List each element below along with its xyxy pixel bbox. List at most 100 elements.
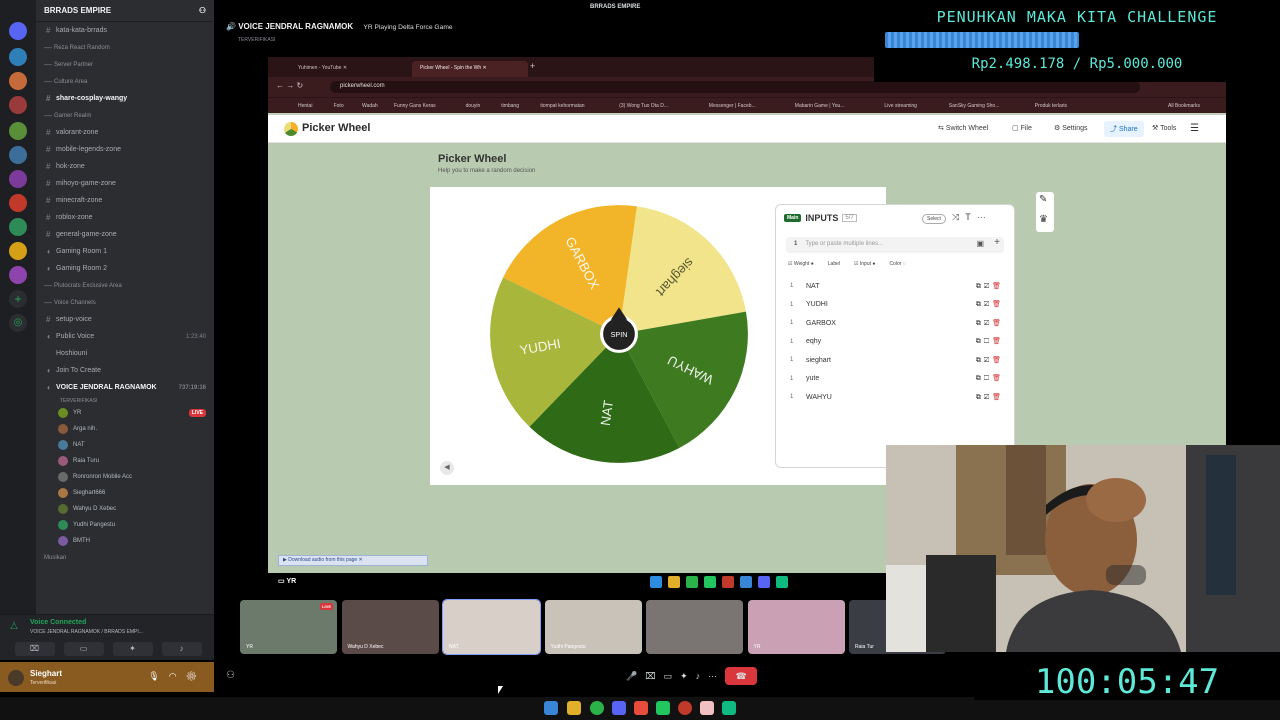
server-icon[interactable]	[9, 146, 27, 164]
checkbox[interactable]: ☑	[984, 357, 992, 364]
activities-icon[interactable]: ✦	[680, 671, 688, 682]
server-icon[interactable]	[9, 48, 27, 66]
input-row[interactable]: 1 YUDHI ⧉☑🗑	[790, 296, 1004, 314]
channel-item[interactable]: ◖ Gaming Room 1	[36, 243, 214, 260]
checkbox[interactable]: ☑	[984, 283, 992, 290]
url-field[interactable]: pickerwheel.com	[330, 81, 1140, 93]
main-badge[interactable]: Main	[784, 214, 802, 222]
col-color[interactable]: Color ◌	[889, 261, 905, 267]
checkbox[interactable]: ☑	[984, 394, 992, 401]
add-input-field[interactable]: 1 Type or paste multiple lines... ▣ +	[786, 237, 1004, 253]
delete-icon[interactable]: 🗑	[992, 301, 1004, 308]
bookmark-item[interactable]: Funny Gans Keras	[394, 103, 436, 109]
camera-icon[interactable]: ⌧	[645, 671, 655, 682]
image-icon[interactable]: ▣	[976, 239, 984, 248]
category-item[interactable]: — Voice Channels	[36, 294, 214, 311]
headphones-icon[interactable]: ◠	[169, 671, 186, 681]
screen-share-icon[interactable]: ▭	[63, 642, 104, 656]
app-icon[interactable]	[700, 701, 714, 715]
participant-tile[interactable]: NAT	[442, 599, 541, 655]
voice-user[interactable]: Yudhi Pangestu	[36, 517, 214, 533]
more-icon[interactable]: ⋯	[977, 212, 992, 222]
channel-item[interactable]: # hok-zone	[36, 158, 214, 175]
server-icon[interactable]	[9, 218, 27, 236]
input-row[interactable]: 1 yute ⧉☐🗑	[790, 370, 1004, 388]
delete-icon[interactable]: 🗑	[992, 394, 1004, 401]
copy-icon[interactable]: ⧉	[976, 375, 984, 382]
channel-item[interactable]: # setup-voice	[36, 311, 214, 328]
add-server-icon[interactable]: +	[9, 290, 27, 308]
checkbox[interactable]: ☐	[984, 338, 992, 345]
category-item[interactable]: — Server Partner	[36, 56, 214, 73]
server-icon[interactable]	[9, 170, 27, 188]
sound-icon[interactable]: ◀	[440, 461, 454, 475]
copy-icon[interactable]: ⧉	[976, 320, 984, 327]
checkbox[interactable]: ☑	[984, 320, 992, 327]
app-icon[interactable]	[678, 701, 692, 715]
bookmark-item[interactable]: timbang	[501, 103, 519, 109]
camera-off-icon[interactable]: ⌧	[14, 642, 55, 656]
activities-icon[interactable]: ✦	[112, 642, 153, 656]
discover-icon[interactable]: ◎	[9, 314, 27, 332]
channel-item[interactable]: # valorant-zone	[36, 124, 214, 141]
col-label[interactable]: Label	[828, 261, 840, 267]
copy-icon[interactable]: ⧉	[976, 301, 984, 308]
shuffle-icon[interactable]: ⤨	[952, 212, 965, 222]
voice-user[interactable]: BMTH	[36, 533, 214, 549]
start-icon[interactable]	[544, 701, 558, 715]
person-icon[interactable]: ⚇	[226, 670, 235, 681]
soundboard-icon[interactable]: ♪	[696, 671, 701, 681]
copy-icon[interactable]: ⧉	[976, 338, 984, 345]
bookmark-item[interactable]: All Bookmarks	[1168, 103, 1200, 109]
nav-arrows-icon[interactable]: ← → ↻	[276, 81, 303, 90]
copy-icon[interactable]: ⧉	[976, 283, 984, 290]
spin-wheel[interactable]: sieghartWAHYUNATYUDHIGARBOXSPIN	[486, 201, 752, 467]
channel-item[interactable]: # share-cosplay-wangy	[36, 90, 214, 107]
bookmark-item[interactable]: SanSky Gaming Sho...	[949, 103, 1000, 109]
bookmark-item[interactable]: Hentai	[298, 103, 312, 109]
col-weight[interactable]: ☑ Weight ●	[788, 261, 814, 267]
new-tab-icon[interactable]: +	[530, 61, 535, 71]
edit-icon[interactable]: ✎	[1039, 194, 1047, 205]
server-icon[interactable]	[9, 242, 27, 260]
category-item[interactable]: — Culture Area	[36, 73, 214, 90]
picker-brand[interactable]: Picker Wheel	[302, 122, 370, 134]
input-row[interactable]: 1 WAHYU ⧉☑🗑	[790, 388, 1004, 406]
delete-icon[interactable]: 🗑	[992, 338, 1004, 345]
category-item[interactable]: — Gamer Realm	[36, 107, 214, 124]
share-button[interactable]: ⤴ Share	[1104, 121, 1144, 137]
channel-item[interactable]: ◖ Gaming Room 2	[36, 260, 214, 277]
channel-item[interactable]: # kata-kata-brrads	[36, 22, 214, 39]
participant-tile[interactable]	[646, 600, 743, 654]
channel-item[interactable]: ◖ Join To Create	[36, 362, 214, 379]
bookmark-item[interactable]: Wadah	[362, 103, 378, 109]
category-musikan[interactable]: Musikan	[36, 549, 214, 566]
screen-share-icon[interactable]: ▭	[664, 671, 673, 682]
bookmark-item[interactable]: (3) Wong Tuo Ota D...	[619, 103, 668, 109]
file-button[interactable]: ▢ File	[1012, 124, 1032, 132]
voice-user[interactable]: Ronronron Mobile Acc	[36, 469, 214, 485]
discord-icon[interactable]	[612, 701, 626, 715]
voice-user[interactable]: Arga nih.	[36, 421, 214, 437]
active-voice-channel[interactable]: ◖ VOICE JENDRAL RAGNAMOK 737:19:16	[36, 379, 214, 396]
mic-icon[interactable]: 🎙	[148, 671, 168, 681]
add-icon[interactable]: +	[994, 237, 1000, 248]
voice-user[interactable]: YR LIVE	[36, 405, 214, 421]
server-icon[interactable]	[9, 266, 27, 284]
col-input[interactable]: ☑ Input ●	[854, 261, 875, 267]
bookmark-item[interactable]: douyin	[466, 103, 481, 109]
channel-item[interactable]: # mobile-legends-zone	[36, 141, 214, 158]
gear-icon[interactable]: ⚙	[186, 671, 206, 681]
bookmark-item[interactable]: Messenger | Faceb...	[709, 103, 756, 109]
bookmark-item[interactable]: tiompat kehormatan	[540, 103, 584, 109]
tab-youtube[interactable]: Yuhimen - YouTube ✕	[290, 61, 400, 77]
disconnect-button[interactable]: ☎	[725, 667, 758, 685]
text-size-icon[interactable]: T	[965, 212, 977, 222]
hamburger-icon[interactable]: ☰	[1190, 123, 1199, 134]
channel-item[interactable]: # minecraft-zone	[36, 192, 214, 209]
tab-pickerwheel[interactable]: Picker Wheel - Spin the Wh ✕	[412, 61, 528, 77]
spin-label[interactable]: SPIN	[611, 331, 628, 339]
switch-wheel-button[interactable]: ⇆ Switch Wheel	[938, 124, 988, 132]
input-row[interactable]: 1 sieghart ⧉☑🗑	[790, 351, 1004, 369]
bookmark-item[interactable]: Live streaming	[884, 103, 917, 109]
